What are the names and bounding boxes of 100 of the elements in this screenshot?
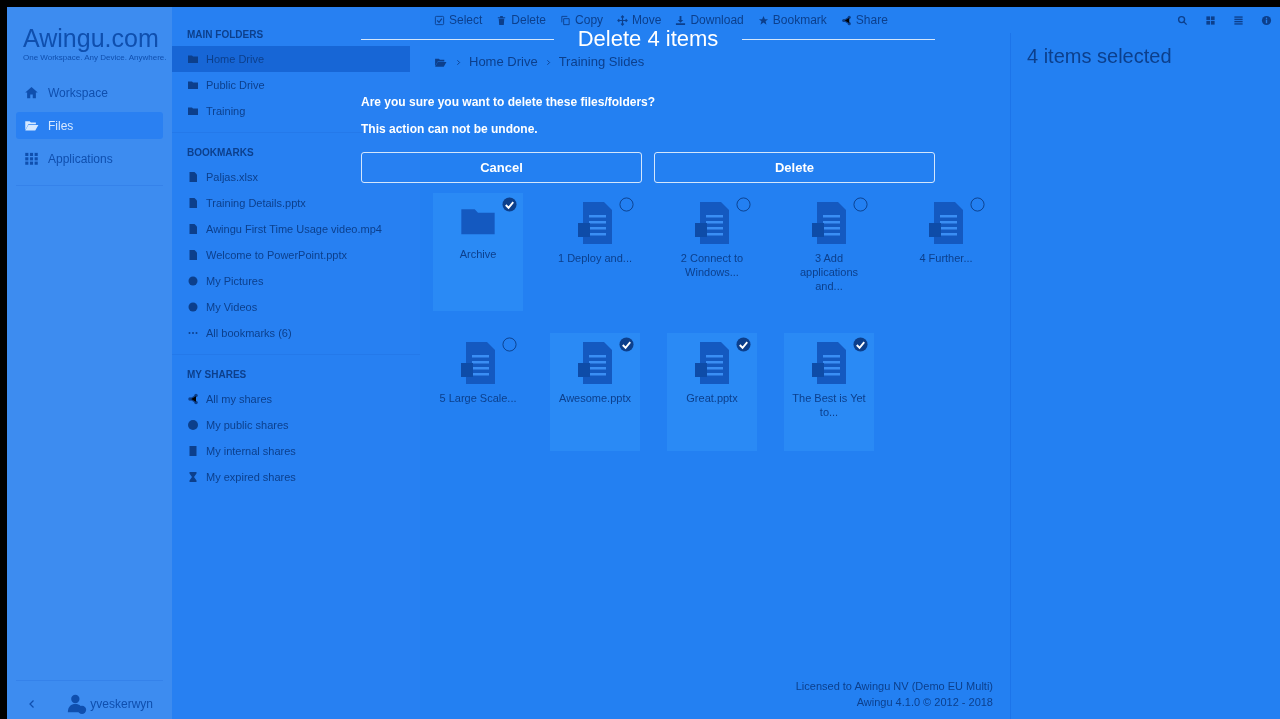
presentation-file-icon <box>811 341 847 385</box>
file-tile[interactable]: 3 Add applications and... <box>784 193 874 311</box>
trash-icon <box>496 14 508 26</box>
breadcrumb-link[interactable]: Training Slides <box>558 52 645 72</box>
presentation-file-icon <box>694 341 730 385</box>
file-name: 2 Connect to Windows... <box>679 251 745 279</box>
presentation-file-icon <box>577 201 613 245</box>
presentation-file-icon <box>694 201 730 245</box>
section-heading: BOOKMARKS <box>186 146 255 160</box>
checked-circle-icon[interactable] <box>619 337 634 352</box>
presentation-file-icon <box>928 201 964 245</box>
nav-item[interactable]: Applications <box>16 145 163 172</box>
dialog-button[interactable]: Cancel <box>361 152 642 183</box>
share-icon <box>187 393 199 405</box>
file-tile[interactable]: The Best is Yet to... <box>784 333 874 451</box>
section-heading: MY SHARES <box>186 368 248 382</box>
folder-item[interactable]: Training Details.pptx <box>172 190 312 216</box>
folder-item[interactable]: All bookmarks (6) <box>172 320 298 346</box>
presentation-file-icon <box>460 341 496 385</box>
folder-item[interactable]: Awingu First Time Usage video.mp4 <box>172 216 388 242</box>
move-icon <box>617 14 629 26</box>
file-tile[interactable]: 4 Further... <box>901 193 991 311</box>
file-name: 5 Large Scale... <box>438 391 518 405</box>
search-icon <box>1176 14 1188 26</box>
toolbar-button[interactable]: Move <box>617 13 662 27</box>
username: yveskerwyn <box>90 696 153 713</box>
toolbar-button[interactable]: Download <box>675 13 744 27</box>
list-view-icon <box>1232 14 1244 26</box>
dot-icon <box>187 275 199 287</box>
dot-icon <box>187 301 199 313</box>
dialog-title: Delete 4 items <box>577 28 719 50</box>
folder-item[interactable]: Welcome to PowerPoint.pptx <box>172 242 354 268</box>
toolbar-button[interactable]: Share <box>840 13 888 27</box>
folder-item[interactable]: All my shares <box>172 386 279 412</box>
chevron-right-icon <box>454 57 463 67</box>
circle-icon[interactable] <box>853 197 868 212</box>
file-icon <box>187 171 199 183</box>
copy-icon <box>560 14 572 26</box>
checked-circle-icon[interactable] <box>502 197 517 212</box>
presentation-file-icon <box>577 341 613 385</box>
info-icon <box>1260 14 1272 26</box>
grid-icon <box>24 151 39 166</box>
grid-view-icon <box>1204 14 1216 26</box>
hourglass-icon <box>187 471 199 483</box>
folder-item[interactable]: My expired shares <box>172 464 302 490</box>
toolbar-button[interactable]: Select <box>434 13 483 27</box>
circle-icon[interactable] <box>502 337 517 352</box>
footer-text: Awingu 4.1.0 © 2012 - 2018 <box>856 695 993 710</box>
circle-icon[interactable] <box>970 197 985 212</box>
toolbar-button[interactable]: Bookmark <box>757 13 827 27</box>
folder-item[interactable]: Training <box>172 98 252 124</box>
file-tile[interactable]: 5 Large Scale... <box>433 333 523 451</box>
footer-text: Licensed to Awingu NV (Demo EU Multi) <box>795 679 993 694</box>
dialog-message: This action can not be undone. <box>361 121 538 137</box>
file-tile[interactable]: 2 Connect to Windows... <box>667 193 757 311</box>
file-icon <box>187 197 199 209</box>
section-heading: MAIN FOLDERS <box>186 28 265 42</box>
checked-circle-icon[interactable] <box>736 337 751 352</box>
file-name: Great.pptx <box>685 391 739 405</box>
dialog-button[interactable]: Delete <box>654 152 935 183</box>
download-icon <box>675 14 687 26</box>
presentation-file-icon <box>811 201 847 245</box>
folder-item[interactable]: Home Drive <box>172 46 410 72</box>
toolbar-button[interactable]: Copy <box>560 13 604 27</box>
file-icon <box>187 223 199 235</box>
folder-item[interactable]: My public shares <box>172 412 295 438</box>
file-name: 4 Further... <box>918 251 974 265</box>
file-name: Archive <box>458 247 498 261</box>
folder-icon <box>187 53 199 65</box>
folder-icon <box>187 105 199 117</box>
breadcrumb-link[interactable]: Home Drive <box>469 52 538 72</box>
circle-icon[interactable] <box>619 197 634 212</box>
toolbar-button[interactable]: Delete <box>496 13 547 27</box>
open-folder-icon <box>24 118 39 133</box>
share-icon <box>840 14 852 26</box>
circle-icon[interactable] <box>736 197 751 212</box>
file-name: The Best is Yet to... <box>791 391 867 419</box>
logo: Awingu.com <box>22 23 160 53</box>
nav-item[interactable]: Files <box>16 112 163 139</box>
home-icon <box>24 85 39 100</box>
file-tile[interactable]: 1 Deploy and... <box>550 193 640 311</box>
folder-item[interactable]: My Pictures <box>172 268 270 294</box>
folder-item[interactable]: My Videos <box>172 294 264 320</box>
folder-item[interactable]: Public Drive <box>172 72 271 98</box>
file-tile[interactable]: Great.pptx <box>667 333 757 451</box>
file-tile[interactable]: Archive <box>433 193 523 311</box>
dialog-message: Are you sure you want to delete these files/folders? <box>361 94 656 110</box>
file-tile[interactable]: Awesome.pptx <box>550 333 640 451</box>
details-title: 4 items selected <box>1027 44 1172 69</box>
folder-item[interactable]: Paljas.xlsx <box>172 164 264 190</box>
folder-icon <box>187 79 199 91</box>
file-name: Awesome.pptx <box>558 391 632 405</box>
star-icon <box>757 14 769 26</box>
file-name: 1 Deploy and... <box>557 251 633 265</box>
file-name: 3 Add applications and... <box>798 251 860 293</box>
nav-item[interactable]: Workspace <box>16 79 163 106</box>
folder-item[interactable]: My internal shares <box>172 438 302 464</box>
checked-circle-icon[interactable] <box>853 337 868 352</box>
user-icon <box>67 693 88 715</box>
checkbox-icon <box>434 14 445 26</box>
